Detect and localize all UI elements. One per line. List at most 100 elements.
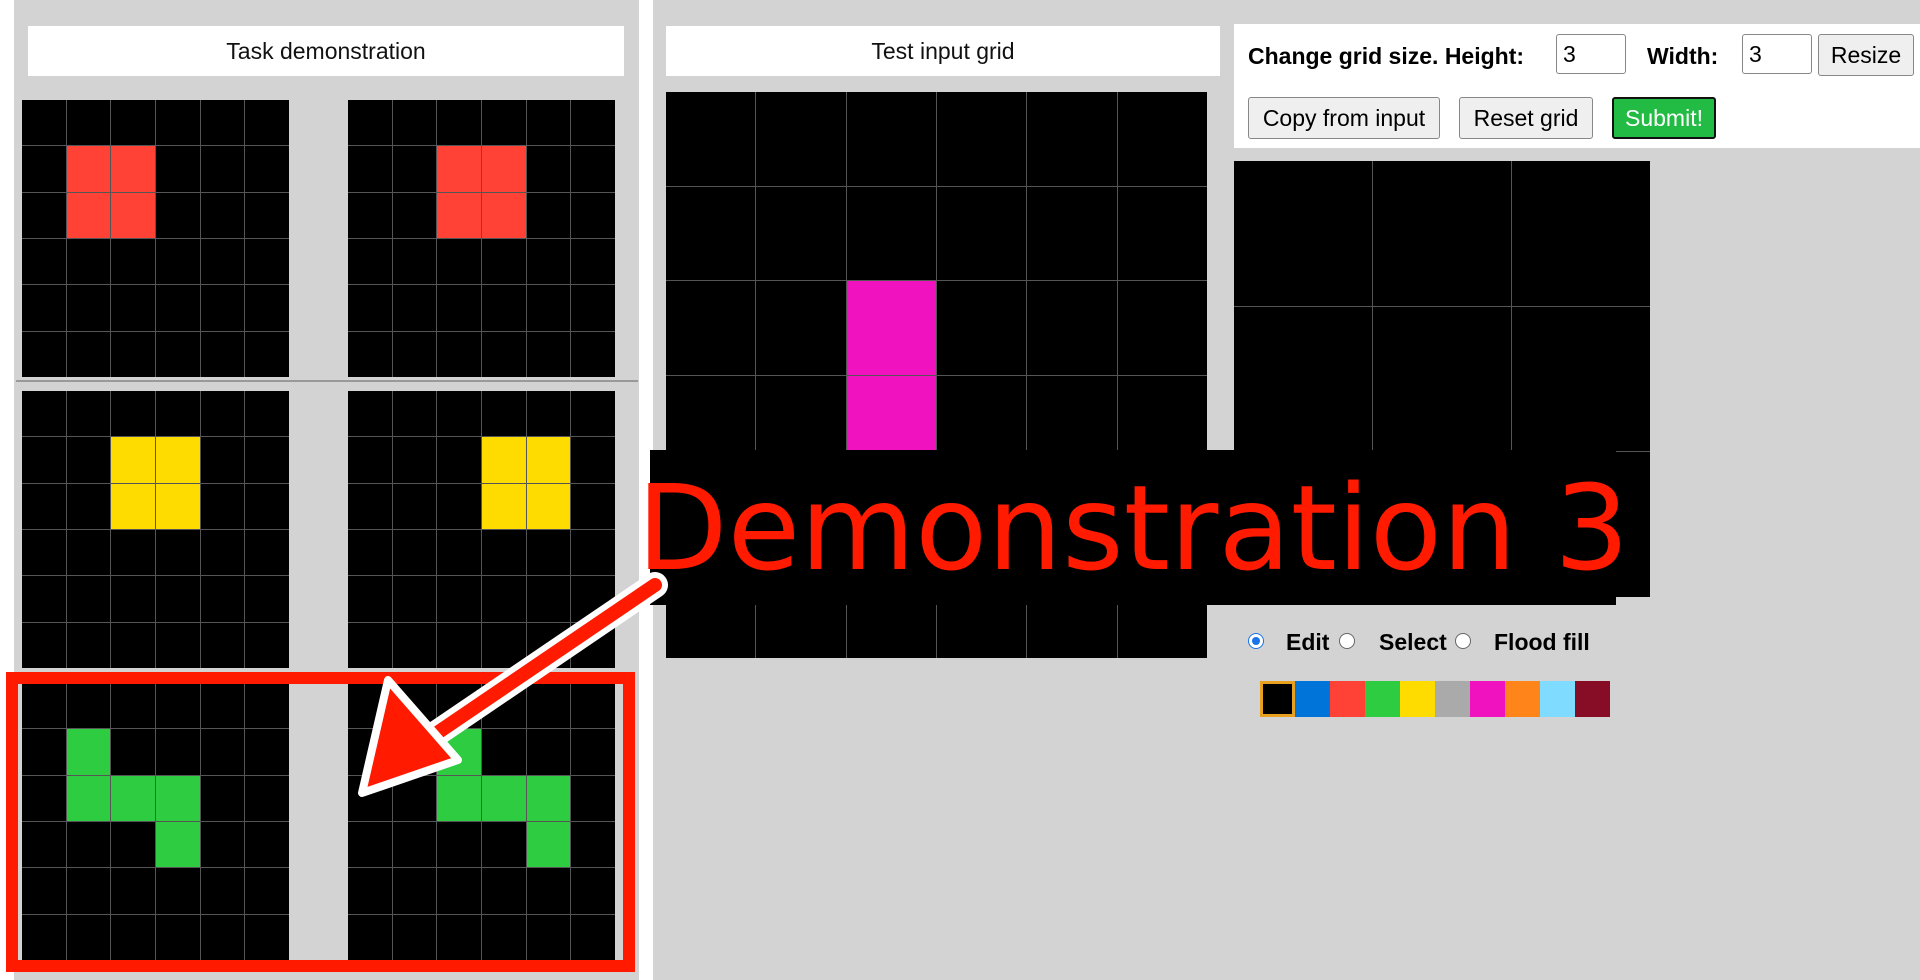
grid-cell <box>156 483 200 529</box>
grid-cell <box>482 146 526 192</box>
grid-cell <box>846 186 936 280</box>
color-swatch[interactable] <box>1575 681 1610 717</box>
color-swatch[interactable] <box>1400 681 1435 717</box>
grid-cell <box>571 529 615 576</box>
grid-cell <box>200 238 245 285</box>
grid-cell <box>200 285 245 331</box>
grid-cell <box>437 576 481 622</box>
grid-cell <box>200 437 245 483</box>
grid-cell <box>111 622 155 668</box>
grid-cell <box>348 437 392 483</box>
grid-cell <box>437 146 481 192</box>
color-palette <box>1260 681 1610 717</box>
height-input[interactable] <box>1556 34 1626 74</box>
grid-cell <box>482 331 526 377</box>
grid-cell <box>392 391 437 437</box>
grid-cell[interactable] <box>1512 306 1650 452</box>
grid-cell[interactable] <box>1373 306 1511 452</box>
grid-cell <box>937 281 1027 375</box>
grid-cell[interactable] <box>1234 161 1372 306</box>
grid-cell <box>937 186 1027 280</box>
grid-cell <box>156 100 200 146</box>
grid-cell <box>526 331 571 377</box>
grid-cell[interactable] <box>1234 306 1372 452</box>
grid-cell <box>348 529 392 576</box>
grid-cell <box>156 285 200 331</box>
grid-cell <box>437 483 481 529</box>
grid-cell <box>156 529 200 576</box>
color-swatch[interactable] <box>1470 681 1505 717</box>
grid-cell <box>245 285 289 331</box>
grid-cell <box>526 483 571 529</box>
grid-cell <box>22 529 66 576</box>
color-swatch[interactable] <box>1295 681 1330 717</box>
grid-cell <box>666 186 756 280</box>
test-input-title: Test input grid <box>666 26 1220 76</box>
width-input[interactable] <box>1742 34 1812 74</box>
grid-cell[interactable] <box>1373 161 1511 306</box>
grid-cell <box>437 391 481 437</box>
grid-cell <box>200 622 245 668</box>
color-swatch[interactable] <box>1365 681 1400 717</box>
grid-cell <box>392 483 437 529</box>
flood-fill-radio[interactable] <box>1455 633 1471 649</box>
grid-cell <box>66 529 111 576</box>
flood-fill-label: Flood fill <box>1494 629 1590 655</box>
grid-cell <box>66 331 111 377</box>
grid-cell <box>666 92 756 186</box>
grid-cell <box>482 285 526 331</box>
grid-cell <box>482 622 526 668</box>
grid-cell <box>66 437 111 483</box>
grid-cell <box>571 622 615 668</box>
color-swatch[interactable] <box>1330 681 1365 717</box>
grid-cell <box>526 576 571 622</box>
grid-cell <box>571 285 615 331</box>
grid-cell <box>22 146 66 192</box>
grid-cell <box>756 186 846 280</box>
grid-cell <box>437 192 481 238</box>
controls-panel: Change grid size. Height: Width: Resize … <box>1234 24 1920 148</box>
grid-cell <box>245 146 289 192</box>
color-swatch[interactable] <box>1505 681 1540 717</box>
copy-from-input-button[interactable]: Copy from input <box>1248 97 1440 139</box>
edit-radio[interactable] <box>1248 633 1264 649</box>
grid-cell <box>437 622 481 668</box>
grid-cell <box>200 391 245 437</box>
resize-button[interactable]: Resize <box>1818 34 1914 76</box>
color-swatch[interactable] <box>1260 681 1295 717</box>
grid-cell <box>66 192 111 238</box>
grid-cell <box>437 285 481 331</box>
grid-cell <box>156 331 200 377</box>
grid-cell <box>156 622 200 668</box>
grid-cell <box>392 437 437 483</box>
grid-cell <box>245 622 289 668</box>
grid-cell <box>111 331 155 377</box>
grid-cell <box>111 529 155 576</box>
grid-cell <box>22 100 66 146</box>
grid-cell <box>1117 92 1207 186</box>
grid-cell <box>437 100 481 146</box>
grid-cell <box>156 238 200 285</box>
grid-cell <box>571 331 615 377</box>
grid-cell <box>111 100 155 146</box>
color-swatch[interactable] <box>1540 681 1575 717</box>
grid-cell[interactable] <box>1512 161 1650 306</box>
grid-cell <box>156 576 200 622</box>
color-swatch[interactable] <box>1435 681 1470 717</box>
select-radio[interactable] <box>1339 633 1355 649</box>
grid-cell <box>526 285 571 331</box>
grid-cell <box>1117 281 1207 375</box>
grid-cell <box>571 576 615 622</box>
grid-cell <box>571 391 615 437</box>
grid-cell <box>22 192 66 238</box>
reset-grid-button[interactable]: Reset grid <box>1459 97 1593 139</box>
grid-cell <box>348 622 392 668</box>
grid-cell <box>571 146 615 192</box>
grid-cell <box>756 281 846 375</box>
demo-2-output-grid <box>348 391 615 668</box>
grid-cell <box>482 391 526 437</box>
grid-cell <box>111 576 155 622</box>
submit-button[interactable]: Submit! <box>1612 97 1716 139</box>
grid-cell <box>526 192 571 238</box>
grid-cell <box>571 100 615 146</box>
